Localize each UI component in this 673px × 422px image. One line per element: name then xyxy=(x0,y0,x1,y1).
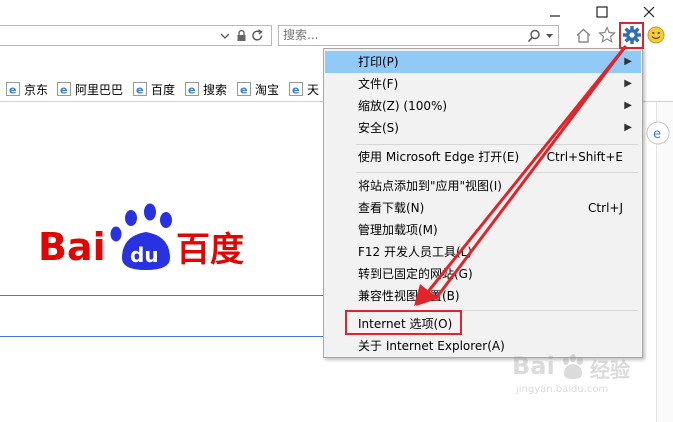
paw-icon xyxy=(563,354,583,379)
watermark: Bai 经验 jingyan.baidu.com xyxy=(512,352,630,395)
